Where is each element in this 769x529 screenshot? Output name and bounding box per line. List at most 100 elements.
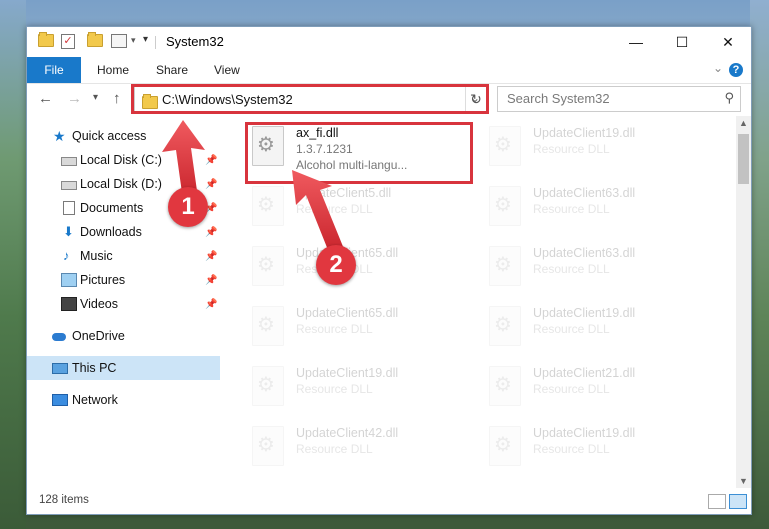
- sidebar-item-label: Downloads: [80, 225, 142, 239]
- file-item[interactable]: ⚙ UpdateClient19.dll Resource DLL: [248, 362, 484, 418]
- sidebar-item-label: Quick access: [72, 129, 147, 143]
- file-type: Resource DLL: [533, 142, 610, 156]
- file-item[interactable]: ⚙ UpdateClient19.dll Resource DLL: [485, 122, 721, 178]
- music-icon: ♪: [63, 248, 70, 263]
- details-view-icon[interactable]: [708, 494, 726, 509]
- file-item[interactable]: ⚙ UpdateClient63.dll Resource DLL: [485, 242, 721, 298]
- pin-icon[interactable]: 📌: [205, 275, 217, 286]
- file-type: Resource DLL: [533, 442, 610, 456]
- scrollbar-thumb[interactable]: [738, 134, 749, 184]
- file-item[interactable]: ⚙ UpdateClient19.dll Resource DLL: [485, 422, 721, 478]
- sidebar-item-onedrive[interactable]: OneDrive: [27, 324, 220, 348]
- sidebar-item-label: Music: [80, 249, 113, 263]
- file-type: Resource DLL: [533, 202, 610, 216]
- file-type: Resource DLL: [296, 442, 373, 456]
- sidebar-item-pictures[interactable]: Pictures 📌: [27, 268, 220, 292]
- callout-badge-two: 2: [316, 245, 356, 285]
- file-type: Resource DLL: [296, 382, 373, 396]
- up-arrow-icon[interactable]: ↑: [113, 90, 121, 107]
- computer-icon: [52, 362, 68, 374]
- tiles-view-icon[interactable]: [729, 494, 747, 509]
- callout-badge-one: 1: [168, 187, 208, 227]
- sidebar-item-label: Documents: [80, 201, 144, 215]
- scroll-up-icon[interactable]: ▲: [739, 118, 748, 128]
- file-name: UpdateClient19.dll: [533, 126, 636, 140]
- minimize-button[interactable]: —: [613, 27, 659, 57]
- navigation-pane: ★ Quick access Local Disk (C:) 📌 Local D…: [27, 116, 220, 488]
- scroll-down-icon[interactable]: ▼: [739, 476, 748, 486]
- dll-file-icon: ⚙: [252, 246, 284, 286]
- sidebar-item-label: Local Disk (D:): [80, 177, 162, 191]
- dll-file-icon: ⚙: [489, 366, 521, 406]
- file-type: Resource DLL: [533, 322, 610, 336]
- close-button[interactable]: ✕: [705, 27, 751, 57]
- recent-locations-icon[interactable]: ▾: [93, 92, 98, 103]
- maximize-button[interactable]: ☐: [659, 27, 705, 57]
- file-item[interactable]: ⚙ UpdateClient19.dll Resource DLL: [485, 302, 721, 358]
- sidebar-item-this-pc[interactable]: This PC: [27, 356, 220, 380]
- pin-icon[interactable]: 📌: [205, 179, 217, 190]
- file-name: UpdateClient65.dll: [296, 306, 399, 320]
- file-name: UpdateClient19.dll: [533, 306, 636, 320]
- pin-icon[interactable]: 📌: [205, 251, 217, 262]
- expand-ribbon-icon[interactable]: ⌄: [713, 61, 723, 75]
- sidebar-item-label: Local Disk (C:): [80, 153, 162, 167]
- tab-file[interactable]: File: [27, 57, 81, 83]
- search-box[interactable]: Search System32 ⚲: [497, 86, 741, 112]
- tab-share[interactable]: Share: [156, 57, 188, 83]
- address-highlight-box: [131, 84, 489, 114]
- document-icon: [63, 201, 75, 215]
- sidebar-item-label: Pictures: [80, 273, 126, 287]
- dll-file-icon: ⚙: [252, 426, 284, 466]
- ribbon: File Home Share View ⌄ ?: [27, 57, 751, 84]
- properties-icon[interactable]: [111, 34, 127, 48]
- file-name: UpdateClient63.dll: [533, 186, 636, 200]
- item-count: 128 items: [39, 494, 89, 506]
- customize-toolbar-icon[interactable]: ▾: [143, 34, 148, 45]
- tab-home[interactable]: Home: [97, 57, 129, 83]
- properties-check-icon[interactable]: ✓: [61, 34, 75, 49]
- dll-file-icon: ⚙: [489, 306, 521, 346]
- video-icon: [61, 297, 77, 311]
- sidebar-item-quick-access[interactable]: ★ Quick access: [27, 124, 220, 148]
- file-highlight-box: [245, 122, 473, 184]
- drive-icon: [61, 157, 77, 166]
- sidebar-item-local-disk-c[interactable]: Local Disk (C:) 📌: [27, 148, 220, 172]
- sidebar-item-videos[interactable]: Videos 📌: [27, 292, 220, 316]
- file-item[interactable]: ⚙ UpdateClient5.dll Resource DLL: [248, 182, 484, 238]
- pin-icon[interactable]: 📌: [205, 227, 217, 238]
- search-icon[interactable]: ⚲: [724, 90, 734, 106]
- file-item[interactable]: ⚙ UpdateClient63.dll Resource DLL: [485, 182, 721, 238]
- drive-icon: [61, 181, 77, 190]
- search-input[interactable]: Search System32: [507, 91, 610, 106]
- forward-arrow-icon[interactable]: →: [67, 90, 82, 107]
- new-folder-icon[interactable]: [87, 32, 103, 47]
- file-name: UpdateClient5.dll: [296, 186, 392, 200]
- pictures-icon: [61, 273, 77, 287]
- file-name: UpdateClient42.dll: [296, 426, 399, 440]
- desktop-right-edge: [750, 0, 769, 529]
- sidebar-item-network[interactable]: Network: [27, 388, 220, 412]
- title-separator: [155, 36, 156, 49]
- file-item[interactable]: ⚙ UpdateClient65.dll Resource DLL: [248, 242, 484, 298]
- file-item[interactable]: ⚙ UpdateClient42.dll Resource DLL: [248, 422, 484, 478]
- dll-file-icon: ⚙: [489, 246, 521, 286]
- sidebar-item-music[interactable]: ♪ Music 📌: [27, 244, 220, 268]
- dll-file-icon: ⚙: [252, 186, 284, 226]
- tab-view[interactable]: View: [214, 57, 240, 83]
- help-icon[interactable]: ?: [729, 63, 743, 77]
- desktop-left-edge: [0, 0, 26, 529]
- file-item[interactable]: ⚙ UpdateClient65.dll Resource DLL: [248, 302, 484, 358]
- vertical-scrollbar[interactable]: ▲ ▼: [736, 116, 751, 488]
- pin-icon[interactable]: 📌: [205, 155, 217, 166]
- chevron-down-icon[interactable]: ▾: [131, 35, 136, 46]
- pin-icon[interactable]: 📌: [205, 299, 217, 310]
- file-item[interactable]: ⚙ UpdateClient21.dll Resource DLL: [485, 362, 721, 418]
- back-arrow-icon[interactable]: ←: [38, 90, 53, 107]
- star-icon: ★: [53, 128, 66, 144]
- download-icon: ⬇: [63, 224, 74, 239]
- file-name: UpdateClient19.dll: [533, 426, 636, 440]
- sidebar-item-label: Videos: [80, 297, 118, 311]
- file-name: UpdateClient21.dll: [533, 366, 636, 380]
- sidebar-item-label: This PC: [72, 361, 117, 375]
